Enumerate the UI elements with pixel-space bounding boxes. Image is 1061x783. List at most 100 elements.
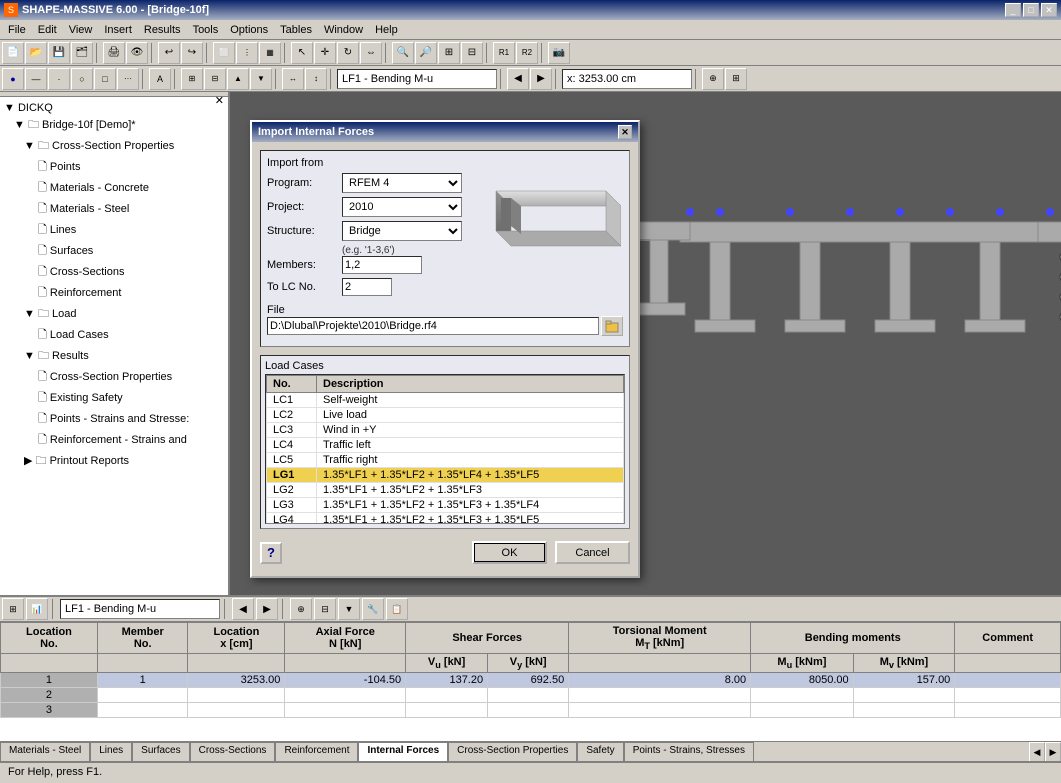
lc-row[interactable]: LC3Wind in +Y bbox=[267, 423, 624, 438]
tab-lines[interactable]: Lines bbox=[90, 742, 132, 761]
menu-edit[interactable]: Edit bbox=[32, 22, 63, 38]
structure-select[interactable]: Bridge bbox=[342, 221, 462, 241]
new-button[interactable]: 📄 bbox=[2, 42, 24, 64]
tool-h[interactable]: ↕ bbox=[305, 68, 327, 90]
dialog-close-button[interactable]: ✕ bbox=[618, 125, 632, 139]
tool-g[interactable]: ↔ bbox=[282, 68, 304, 90]
tool-a[interactable]: ··· bbox=[117, 68, 139, 90]
undo-button[interactable]: ↩ bbox=[158, 42, 180, 64]
menu-help[interactable]: Help bbox=[369, 22, 404, 38]
tree-res-cross[interactable]: 🗋 Cross-Section Properties bbox=[2, 367, 226, 388]
cancel-button[interactable]: Cancel bbox=[555, 541, 630, 564]
redo-button[interactable]: ↪ bbox=[181, 42, 203, 64]
open-button[interactable]: 📂 bbox=[25, 42, 47, 64]
tool-b[interactable]: A bbox=[149, 68, 171, 90]
tree-cross-sections[interactable]: 🗋 Cross-Sections bbox=[2, 262, 226, 283]
menu-tools[interactable]: Tools bbox=[187, 22, 225, 38]
lc-row[interactable]: LC1Self-weight bbox=[267, 393, 624, 408]
tree-load[interactable]: ▼ 🗀 Load bbox=[2, 304, 226, 325]
pointer-button[interactable]: ● bbox=[2, 68, 24, 90]
lc-row[interactable]: LC5Traffic right bbox=[267, 453, 624, 468]
table-row[interactable]: 3 bbox=[1, 703, 1061, 718]
bottom-tool2[interactable]: 📊 bbox=[26, 598, 48, 620]
node-button[interactable]: ⬜ bbox=[213, 42, 235, 64]
lc-row[interactable]: LC2Live load bbox=[267, 408, 624, 423]
import-dialog[interactable]: Import Internal Forces ✕ Import from Pro… bbox=[250, 120, 640, 578]
point-button[interactable]: · bbox=[48, 68, 70, 90]
tree-reinforcement[interactable]: 🗋 Reinforcement bbox=[2, 283, 226, 304]
ok-button[interactable]: OK bbox=[472, 541, 547, 564]
tree-lines[interactable]: 🗋 Lines bbox=[2, 220, 226, 241]
bottom-tool3[interactable]: ⊕ bbox=[290, 598, 312, 620]
circle-button[interactable]: ○ bbox=[71, 68, 93, 90]
mirror-button[interactable]: ⇔ bbox=[360, 42, 382, 64]
menu-results[interactable]: Results bbox=[138, 22, 187, 38]
menu-options[interactable]: Options bbox=[224, 22, 274, 38]
surface-button[interactable]: ▦ bbox=[259, 42, 281, 64]
lf-dropdown[interactable]: LF1 - Bending M-u bbox=[337, 69, 497, 89]
tree-points[interactable]: 🗋 Points bbox=[2, 157, 226, 178]
bottom-tool4[interactable]: ⊟ bbox=[314, 598, 336, 620]
file-browse-button[interactable] bbox=[601, 316, 623, 336]
minimize-button[interactable]: _ bbox=[1005, 3, 1021, 17]
tree-results[interactable]: ▼ 🗀 Results bbox=[2, 346, 226, 367]
menu-file[interactable]: File bbox=[2, 22, 32, 38]
bottom-prev-button[interactable]: ◀ bbox=[232, 598, 254, 620]
program-select[interactable]: RFEM 4 RFEM 3 RSTAB 8 RSTAB 7 bbox=[342, 173, 462, 193]
rect-button[interactable]: □ bbox=[94, 68, 116, 90]
prev-lf-button[interactable]: ◀ bbox=[507, 68, 529, 90]
members-input[interactable] bbox=[342, 256, 422, 274]
to-lc-input[interactable] bbox=[342, 278, 392, 296]
table-row[interactable]: 1 1 3253.00 -104.50 137.20 692.50 8.00 8… bbox=[1, 673, 1061, 688]
tree-bridge[interactable]: ▼ 🗀 Bridge-10f [Demo]* bbox=[2, 115, 226, 136]
tab-prev-button[interactable]: ◀ bbox=[1029, 742, 1045, 761]
rotate-button[interactable]: ↻ bbox=[337, 42, 359, 64]
tool-d[interactable]: ⊟ bbox=[204, 68, 226, 90]
tree-surfaces[interactable]: 🗋 Surfaces bbox=[2, 241, 226, 262]
bottom-next-button[interactable]: ▶ bbox=[256, 598, 278, 620]
print-preview-button[interactable]: 👁 bbox=[126, 42, 148, 64]
tab-materials-steel[interactable]: Materials - Steel bbox=[0, 742, 90, 761]
line2-button[interactable]: — bbox=[25, 68, 47, 90]
bottom-tool5[interactable]: ▼ bbox=[338, 598, 360, 620]
maximize-button[interactable]: □ bbox=[1023, 3, 1039, 17]
tree-mat-steel[interactable]: 🗋 Materials - Steel bbox=[2, 199, 226, 220]
tree-existing-safety[interactable]: 🗋 Existing Safety bbox=[2, 388, 226, 409]
screenshot-button[interactable]: 📷 bbox=[548, 42, 570, 64]
tab-next-button[interactable]: ▶ bbox=[1045, 742, 1061, 761]
zoom-out-button[interactable]: 🔎 bbox=[415, 42, 437, 64]
load-cases-scroll[interactable]: No. Description LC1Self-weightLC2Live lo… bbox=[265, 374, 625, 524]
tree-load-cases[interactable]: 🗋 Load Cases bbox=[2, 325, 226, 346]
coord-button[interactable]: ⊕ bbox=[702, 68, 724, 90]
tree-reinf-strains[interactable]: 🗋 Reinforcement - Strains and bbox=[2, 430, 226, 451]
zoom-in-button[interactable]: 🔍 bbox=[392, 42, 414, 64]
tool-f[interactable]: ▼ bbox=[250, 68, 272, 90]
tree-mat-concrete[interactable]: 🗋 Materials - Concrete bbox=[2, 178, 226, 199]
results-button[interactable]: R1 bbox=[493, 42, 515, 64]
save-button[interactable]: 💾 bbox=[48, 42, 70, 64]
tool-e[interactable]: ▲ bbox=[227, 68, 249, 90]
tree-root[interactable]: ▼ DICKQ bbox=[2, 101, 226, 115]
zoom-all-button[interactable]: ⊞ bbox=[438, 42, 460, 64]
results2-button[interactable]: R2 bbox=[516, 42, 538, 64]
tab-cross-sections[interactable]: Cross-Sections bbox=[190, 742, 276, 761]
tab-points-strains[interactable]: Points - Strains, Stresses bbox=[624, 742, 754, 761]
tab-surfaces[interactable]: Surfaces bbox=[132, 742, 189, 761]
tab-reinforcement[interactable]: Reinforcement bbox=[275, 742, 358, 761]
tree-points-strains[interactable]: 🗋 Points - Strains and Stresse: bbox=[2, 409, 226, 430]
lc-row[interactable]: LG11.35*LF1 + 1.35*LF2 + 1.35*LF4 + 1.35… bbox=[267, 468, 624, 483]
select-button[interactable]: ↖ bbox=[291, 42, 313, 64]
menu-tables[interactable]: Tables bbox=[274, 22, 318, 38]
tab-internal-forces[interactable]: Internal Forces bbox=[358, 742, 448, 761]
table-row[interactable]: 2 bbox=[1, 688, 1061, 703]
window-controls[interactable]: _ □ ✕ bbox=[1005, 3, 1057, 17]
lc-row[interactable]: LG41.35*LF1 + 1.35*LF2 + 1.35*LF3 + 1.35… bbox=[267, 513, 624, 525]
line-button[interactable]: ⋮ bbox=[236, 42, 258, 64]
tab-safety[interactable]: Safety bbox=[577, 742, 623, 761]
tree-cross-section[interactable]: ▼ 🗀 Cross-Section Properties bbox=[2, 136, 226, 157]
next-lf-button[interactable]: ▶ bbox=[530, 68, 552, 90]
lc-row[interactable]: LG21.35*LF1 + 1.35*LF2 + 1.35*LF3 bbox=[267, 483, 624, 498]
bottom-lf-dropdown[interactable]: LF1 - Bending M-u bbox=[60, 599, 220, 619]
zoom-window-button[interactable]: ⊟ bbox=[461, 42, 483, 64]
bottom-tool7[interactable]: 📋 bbox=[386, 598, 408, 620]
